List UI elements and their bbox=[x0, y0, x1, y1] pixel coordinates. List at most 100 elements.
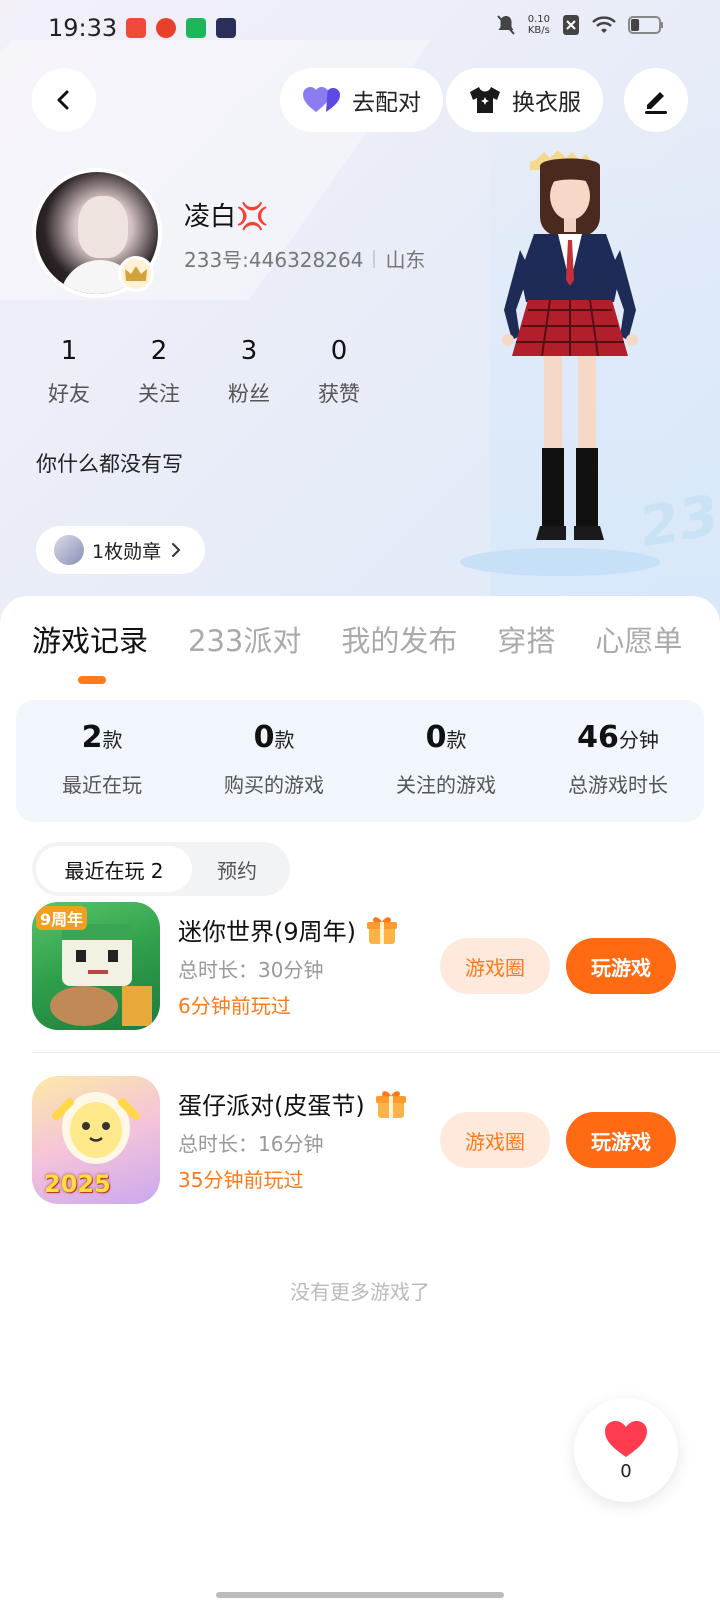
heart-icon bbox=[605, 1420, 647, 1457]
game-duration: 总时长：30分钟 bbox=[178, 958, 324, 982]
play-game-button[interactable]: 玩游戏 bbox=[566, 1112, 676, 1168]
gift-icon[interactable] bbox=[375, 1088, 407, 1120]
stat-fans[interactable]: 3 粉丝 bbox=[204, 336, 294, 408]
game-last-played: 35分钟前玩过 bbox=[178, 1168, 304, 1192]
row-divider bbox=[32, 1052, 720, 1053]
profile-tabs: 游戏记录 233派对 我的发布 穿搭 心愿单 bbox=[32, 618, 682, 660]
summary-label: 关注的游戏 bbox=[396, 773, 496, 797]
game-title: 蛋仔派对(皮蛋节) bbox=[178, 1086, 407, 1121]
summary-unit: 款 bbox=[446, 728, 467, 752]
app-notification-icon bbox=[156, 18, 176, 38]
medal-label: 1枚勋章 bbox=[92, 540, 162, 563]
mute-bell-icon bbox=[496, 15, 515, 35]
game-title-text: 蛋仔派对(皮蛋节) bbox=[178, 1092, 365, 1120]
game-subtabs: 最近在玩 2 预约 bbox=[32, 842, 290, 896]
profile-stats: 1 好友 2 关注 3 粉丝 0 获赞 bbox=[24, 336, 384, 408]
uid-line: 233号:446328264 山东 bbox=[184, 244, 425, 273]
subtab-reserve[interactable]: 预约 bbox=[192, 846, 282, 892]
game-summary: 2款 最近在玩 0款 购买的游戏 0款 关注的游戏 46分钟 总游戏时长 bbox=[16, 700, 704, 822]
stat-number: 2 bbox=[150, 336, 168, 366]
no-more-games: 没有更多游戏了 bbox=[290, 1280, 430, 1304]
edit-profile-button[interactable] bbox=[624, 68, 688, 132]
stat-number: 1 bbox=[60, 336, 78, 366]
summary-label: 总游戏时长 bbox=[568, 773, 668, 797]
username-text: 凌白 bbox=[184, 202, 237, 232]
stat-number: 3 bbox=[240, 336, 258, 366]
wifi-icon bbox=[592, 16, 616, 33]
stat-label: 粉丝 bbox=[228, 382, 270, 406]
crown-badge bbox=[118, 256, 154, 292]
year-tag: 2025 bbox=[44, 1170, 111, 1198]
summary-value: 46 bbox=[577, 720, 619, 755]
status-bar: 19:33 0.10 KB/s bbox=[0, 0, 720, 56]
uid-divider bbox=[373, 249, 376, 268]
summary-value: 0 bbox=[425, 720, 447, 755]
status-time: 19:33 bbox=[48, 14, 118, 42]
tab-233-party[interactable]: 233派对 bbox=[188, 618, 301, 660]
summary-unit: 分钟 bbox=[618, 728, 659, 752]
medal-button[interactable]: 1枚勋章 bbox=[36, 526, 206, 574]
uid-text: 233号:446328264 bbox=[184, 248, 364, 272]
game-last-played: 6分钟前玩过 bbox=[178, 994, 291, 1018]
gift-icon[interactable] bbox=[366, 914, 398, 946]
back-button[interactable] bbox=[32, 68, 96, 132]
username: 凌白💢 bbox=[184, 196, 268, 233]
chevron-right-icon bbox=[172, 543, 181, 557]
app-notification-icon bbox=[126, 18, 146, 38]
subtab-recent[interactable]: 最近在玩 2 bbox=[36, 846, 192, 892]
stat-label: 好友 bbox=[48, 382, 90, 406]
stat-number: 0 bbox=[330, 336, 348, 366]
app-notification-icon bbox=[216, 18, 236, 38]
character-3d-avatar[interactable] bbox=[470, 150, 670, 580]
summary-total-time[interactable]: 46分钟 总游戏时长 bbox=[532, 700, 704, 822]
tab-outfits[interactable]: 穿搭 bbox=[497, 618, 555, 660]
status-right-icons: 0.10 KB/s bbox=[496, 14, 664, 36]
summary-value: 0 bbox=[253, 720, 275, 755]
anger-emoji: 💢 bbox=[236, 202, 269, 232]
game-duration: 总时长：16分钟 bbox=[178, 1132, 324, 1156]
stat-label: 关注 bbox=[138, 382, 180, 406]
medal-icon bbox=[54, 535, 84, 565]
tab-game-record[interactable]: 游戏记录 bbox=[32, 618, 148, 660]
stat-label: 获赞 bbox=[318, 382, 360, 406]
net-speed: 0.10 KB/s bbox=[528, 14, 550, 36]
summary-recent[interactable]: 2款 最近在玩 bbox=[16, 700, 188, 822]
active-tab-indicator bbox=[78, 676, 106, 684]
game-title: 迷你世界(9周年) bbox=[178, 912, 398, 947]
game-icon-egg-party[interactable]: 2025 bbox=[32, 1076, 160, 1204]
summary-purchased[interactable]: 0款 购买的游戏 bbox=[188, 700, 360, 822]
stat-friends[interactable]: 1 好友 bbox=[24, 336, 114, 408]
no-sim-icon bbox=[563, 15, 579, 35]
net-speed-value: 0.10 bbox=[527, 14, 550, 25]
anniversary-tag: 9周年 bbox=[36, 906, 88, 930]
chevron-left-icon bbox=[57, 90, 69, 110]
game-circle-button[interactable]: 游戏圈 bbox=[440, 938, 550, 994]
dress-label: 换衣服 bbox=[512, 90, 581, 116]
summary-value: 2 bbox=[81, 720, 103, 755]
tab-wishlist[interactable]: 心愿单 bbox=[595, 618, 682, 660]
home-indicator[interactable] bbox=[216, 1592, 504, 1598]
stat-following[interactable]: 2 关注 bbox=[114, 336, 204, 408]
location-text: 山东 bbox=[385, 248, 426, 272]
play-game-button[interactable]: 玩游戏 bbox=[566, 938, 676, 994]
match-button[interactable]: 去配对 bbox=[280, 68, 443, 132]
game-row[interactable]: 9周年 迷你世界(9周年) 总时长：30分钟 6分钟前玩过 游戏圈 玩游戏 bbox=[32, 902, 720, 1030]
app-notification-icon bbox=[186, 18, 206, 38]
like-button[interactable]: 0 bbox=[574, 1398, 678, 1502]
summary-unit: 款 bbox=[102, 728, 123, 752]
stat-likes[interactable]: 0 获赞 bbox=[294, 336, 384, 408]
profile-bio: 你什么都没有写 bbox=[36, 452, 183, 476]
net-speed-unit: KB/s bbox=[527, 25, 550, 36]
match-label: 去配对 bbox=[352, 90, 421, 116]
game-title-text: 迷你世界(9周年) bbox=[178, 918, 356, 946]
game-icon-mini-world[interactable]: 9周年 bbox=[32, 902, 160, 1030]
summary-label: 最近在玩 bbox=[62, 773, 142, 797]
pen-edit-icon bbox=[645, 92, 667, 114]
game-circle-button[interactable]: 游戏圈 bbox=[440, 1112, 550, 1168]
summary-followed[interactable]: 0款 关注的游戏 bbox=[360, 700, 532, 822]
change-outfit-button[interactable]: 换衣服 bbox=[446, 68, 603, 132]
like-count: 0 bbox=[620, 1460, 632, 1482]
game-row[interactable]: 2025 蛋仔派对(皮蛋节) 总时长：16分钟 35分钟前玩过 游戏圈 玩游戏 bbox=[32, 1076, 720, 1204]
tshirt-icon bbox=[470, 87, 500, 113]
tab-my-posts[interactable]: 我的发布 bbox=[341, 618, 457, 660]
